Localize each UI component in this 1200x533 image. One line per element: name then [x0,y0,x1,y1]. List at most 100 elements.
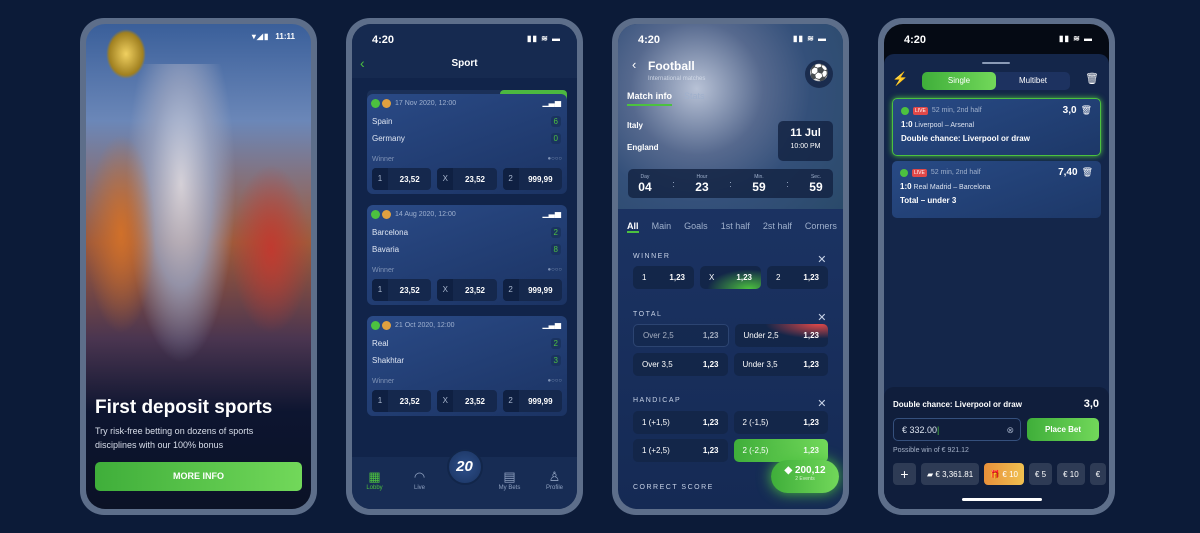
odds-button[interactable]: 2 999,99 [502,390,562,412]
odds-value: 1,23 [803,360,819,369]
bet-pick: Total – under 3 [900,196,957,205]
page-title: Sport [451,58,478,69]
sport-icon [371,321,380,330]
lightning-icon[interactable]: ⚡ [892,71,908,87]
countdown-value: 04 [638,179,652,194]
stats-icon[interactable]: ▁▃▅ [543,320,561,329]
tab-single[interactable]: Single [922,72,996,90]
odds-button[interactable]: Over 2,5 1,23 [633,324,729,347]
nav-label: Live [413,485,425,491]
live-icon: ◠ [413,469,426,484]
odds-button[interactable]: 2 1,23 [767,266,828,289]
back-chevron-icon[interactable]: ‹ [632,57,636,72]
odds-button[interactable]: Under 3,5 1,23 [733,353,828,376]
bet-card[interactable]: LIVE 52 min, 2nd half 7,40 🗑 1:0 Real Madri… [892,161,1101,218]
score-2: 0 [550,133,561,144]
tab-stats[interactable]: Stats [684,91,705,101]
odds-button[interactable]: 1 1,23 [633,266,694,289]
event-card[interactable]: 21 Oct 2020, 12:00 ▁▃▅ Real 2 Shakhtar 3… [367,316,567,416]
odds-button[interactable]: X 23,52 [437,390,497,412]
filter-tab[interactable]: 2st half [763,221,792,233]
balance-chip[interactable]: ▰ € 3,361.81 [921,463,980,485]
odds-button[interactable]: 2 (-2,5) 1,23 [733,439,828,462]
soccer-ball-icon[interactable]: ⚽ [805,60,833,88]
nav-lobby[interactable]: ▦ Lobby [357,469,393,509]
drag-handle[interactable] [982,62,1010,64]
trash-icon[interactable]: 🗑 [1085,72,1099,85]
pager-dots: ●○○○ [547,156,563,162]
filter-tab[interactable]: Main [652,221,672,233]
market-filters: All Main Goals 1st half 2st half Corners [627,221,837,233]
filter-tab[interactable]: 1st half [721,221,750,233]
odds-key: 2 (-2,5) [742,446,769,455]
nav-live[interactable]: ◠ Live [402,469,438,509]
status-time: 11:11 [275,32,295,41]
match-score: 1:0 [901,120,913,129]
tab-match-info[interactable]: Match info [627,91,672,106]
place-bet-button[interactable]: Place Bet [1027,418,1099,441]
nav-my-bets[interactable]: ▤ My Bets [492,469,528,509]
bet-card[interactable]: LIVE 52 min, 2nd half 3,0 🗑 1:0 Liverpool –… [892,98,1101,156]
odds-button[interactable]: X 23,52 [437,168,497,190]
countdown-unit: Min. 59 [752,174,765,194]
odds-button[interactable]: Under 2,5 1,23 [734,324,828,347]
close-icon[interactable]: ✕ [817,311,828,324]
team-2: England [627,143,659,152]
odds-button[interactable]: 2 999,99 [502,168,562,190]
quick-stake-10[interactable]: € 10 [1057,463,1085,485]
odds-button[interactable]: 2 999,99 [502,279,562,301]
countdown: Day 04: Hour 23: Min. 59: Sec. 59 [628,169,833,198]
trash-icon[interactable]: 🗑 [1082,167,1093,178]
stake-input[interactable]: € 332.00| ⊗ [893,418,1021,441]
odds-key: Over 3,5 [642,360,673,369]
match-teams: Real Madrid – Barcelona [913,184,991,191]
grid-icon: ▦ [368,469,381,484]
odds-key: X [437,390,454,412]
close-icon[interactable]: ✕ [817,253,828,266]
add-button[interactable]: + [893,463,916,485]
odds-button[interactable]: 1 (+2,5) 1,23 [633,439,728,462]
bonus-chip[interactable]: 🎁 € 10 [984,463,1024,485]
header-bar [352,24,577,78]
nav-profile[interactable]: ♙ Profile [537,469,573,509]
trash-icon[interactable]: 🗑 [1081,105,1092,116]
clear-icon[interactable]: ⊗ [1006,425,1014,436]
event-card[interactable]: 17 Nov 2020, 12:00 ▁▃▅ Spain 6 Germany 0… [367,94,567,194]
sport-screen: 4:20▮▮ ≋ ▬ ‹ Sport Top League A-Z Top Ev… [352,24,577,509]
stats-icon[interactable]: ▁▃▅ [543,209,561,218]
close-icon[interactable]: ✕ [817,397,828,410]
summary-pick: Double chance: Liverpool or draw [893,400,1022,409]
status-time: 4:20 [638,34,661,46]
phone-match: 4:20 ▮▮ ≋ ▬ ‹ Football International matc… [612,18,849,515]
team-1: Barcelona [372,228,409,237]
odds-button[interactable]: X 1,23 [700,266,761,289]
market-label: Winner [372,378,395,385]
quick-stake-more[interactable]: € [1089,463,1107,485]
odds-button[interactable]: 2 (-1,5) 1,23 [733,411,828,434]
odds-value: 23,52 [399,174,420,184]
team-1: Italy [627,121,644,130]
nav-center-logo[interactable]: 20 [446,449,483,509]
sport-icon [371,99,380,108]
possible-win: Possible win of € 921.12 [893,447,969,454]
betslip-button[interactable]: ◆ 200,12 2 Events [771,460,839,493]
odds-button[interactable]: Over 3,5 1,23 [633,353,728,376]
stats-icon[interactable]: ▁▃▅ [543,98,561,107]
page-title: Football [648,59,695,73]
odds-value: 999,99 [528,396,553,406]
countdown-value: 59 [809,179,823,194]
odds-button[interactable]: 1 23,52 [372,168,432,190]
filter-tab[interactable]: All [627,221,639,233]
odds-button[interactable]: X 23,52 [437,279,497,301]
odds-button[interactable]: 1 23,52 [372,279,432,301]
tab-multibet[interactable]: Multibet [996,72,1070,90]
odds-button[interactable]: 1 (+1,5) 1,23 [633,411,728,434]
gift-icon: 🎁 [990,469,1001,479]
event-card[interactable]: 14 Aug 2020, 12:00 ▁▃▅ Barcelona 2 Bavar… [367,205,567,305]
filter-tab[interactable]: Goals [684,221,708,233]
filter-tab[interactable]: Corners [805,221,837,233]
quick-stake-5[interactable]: € 5 [1028,463,1053,485]
more-info-button[interactable]: MORE INFO [95,462,302,491]
odds-button[interactable]: 1 23,52 [372,390,432,412]
odds-key: 1 [372,390,388,412]
